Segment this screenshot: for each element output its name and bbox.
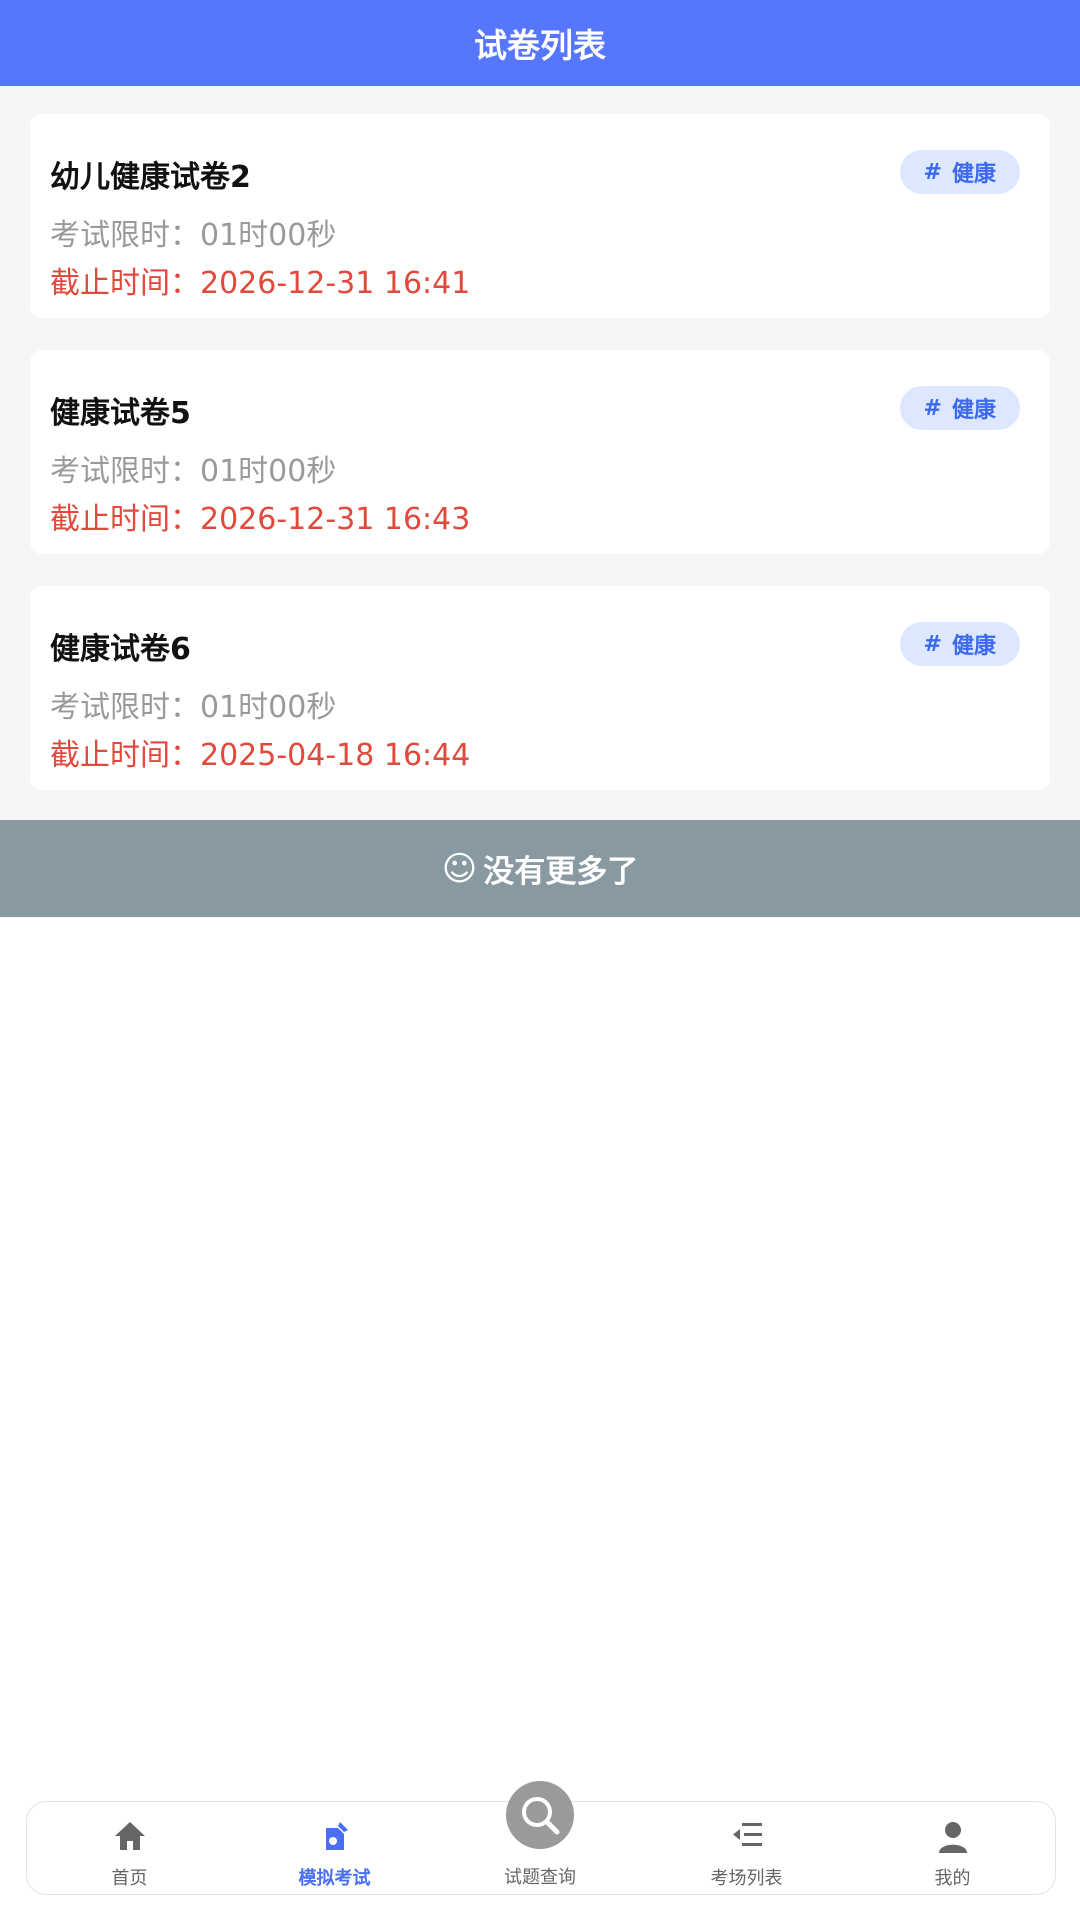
tab-mine-label: 我的 — [934, 1868, 971, 1889]
page-title: 试卷列表 — [474, 26, 606, 65]
paper-card[interactable]: 健康试卷6 # 健康 考试限时：01时00秒 截止时间：2025-04-18 1… — [30, 586, 1050, 790]
paper-time-limit: 考试限时：01时00秒 — [50, 446, 336, 490]
tab-exam-venues-label: 考场列表 — [710, 1868, 783, 1889]
tab-mock-exam[interactable]: 模拟考试 — [232, 1802, 437, 1894]
user-icon — [938, 1822, 967, 1853]
tab-question-search-label[interactable]: 试题查询 — [440, 1863, 640, 1889]
home-icon — [114, 1822, 145, 1850]
time-limit-value: 01时00秒 — [200, 454, 337, 489]
deadline-value: 2025-04-18 16:44 — [200, 738, 471, 773]
paper-tag: # 健康 — [899, 622, 1020, 666]
list-icon — [732, 1823, 762, 1846]
tab-home[interactable]: 首页 — [27, 1802, 232, 1894]
paper-list: 幼儿健康试卷2 # 健康 考试限时：01时00秒 截止时间：2026-12-31… — [0, 86, 1080, 918]
exam-edit-icon — [325, 1822, 348, 1850]
paper-tag: # 健康 — [899, 386, 1020, 430]
paper-tag-label: 健康 — [951, 634, 996, 659]
time-limit-label: 考试限时： — [50, 218, 200, 253]
hash-icon: # — [923, 395, 942, 421]
tab-mine[interactable]: 我的 — [850, 1802, 1055, 1894]
smile-icon: ☺ — [441, 848, 478, 889]
no-more-text: 没有更多了 — [483, 854, 639, 890]
hash-icon: # — [923, 631, 942, 657]
time-limit-value: 01时00秒 — [200, 690, 337, 725]
paper-title: 幼儿健康试卷2 — [50, 160, 251, 195]
paper-time-limit: 考试限时：01时00秒 — [50, 682, 336, 726]
hash-icon: # — [923, 159, 942, 185]
time-limit-label: 考试限时： — [50, 690, 200, 725]
question-search-button[interactable] — [506, 1781, 574, 1849]
page-header: 试卷列表 — [0, 0, 1080, 86]
search-icon — [522, 1797, 560, 1835]
time-limit-value: 01时00秒 — [200, 218, 337, 253]
deadline-label: 截止时间： — [50, 738, 200, 773]
no-more-banner: ☺ 没有更多了 — [0, 820, 1080, 917]
paper-card[interactable]: 幼儿健康试卷2 # 健康 考试限时：01时00秒 截止时间：2026-12-31… — [30, 114, 1050, 318]
paper-deadline: 截止时间：2025-04-18 16:44 — [50, 730, 470, 774]
deadline-label: 截止时间： — [50, 502, 200, 537]
paper-tag: # 健康 — [899, 150, 1020, 194]
tab-mock-exam-label: 模拟考试 — [298, 1868, 371, 1889]
paper-deadline: 截止时间：2026-12-31 16:43 — [50, 494, 470, 538]
deadline-label: 截止时间： — [50, 266, 200, 301]
deadline-value: 2026-12-31 16:41 — [200, 266, 471, 301]
paper-title: 健康试卷6 — [50, 632, 191, 667]
paper-deadline: 截止时间：2026-12-31 16:41 — [50, 258, 470, 302]
tab-home-label: 首页 — [111, 1868, 148, 1889]
paper-title: 健康试卷5 — [50, 396, 191, 431]
time-limit-label: 考试限时： — [50, 454, 200, 489]
paper-tag-label: 健康 — [951, 398, 996, 423]
tab-exam-venues[interactable]: 考场列表 — [644, 1802, 849, 1894]
paper-time-limit: 考试限时：01时00秒 — [50, 210, 336, 254]
paper-tag-label: 健康 — [951, 162, 996, 187]
deadline-value: 2026-12-31 16:43 — [200, 502, 471, 537]
paper-card[interactable]: 健康试卷5 # 健康 考试限时：01时00秒 截止时间：2026-12-31 1… — [30, 350, 1050, 554]
